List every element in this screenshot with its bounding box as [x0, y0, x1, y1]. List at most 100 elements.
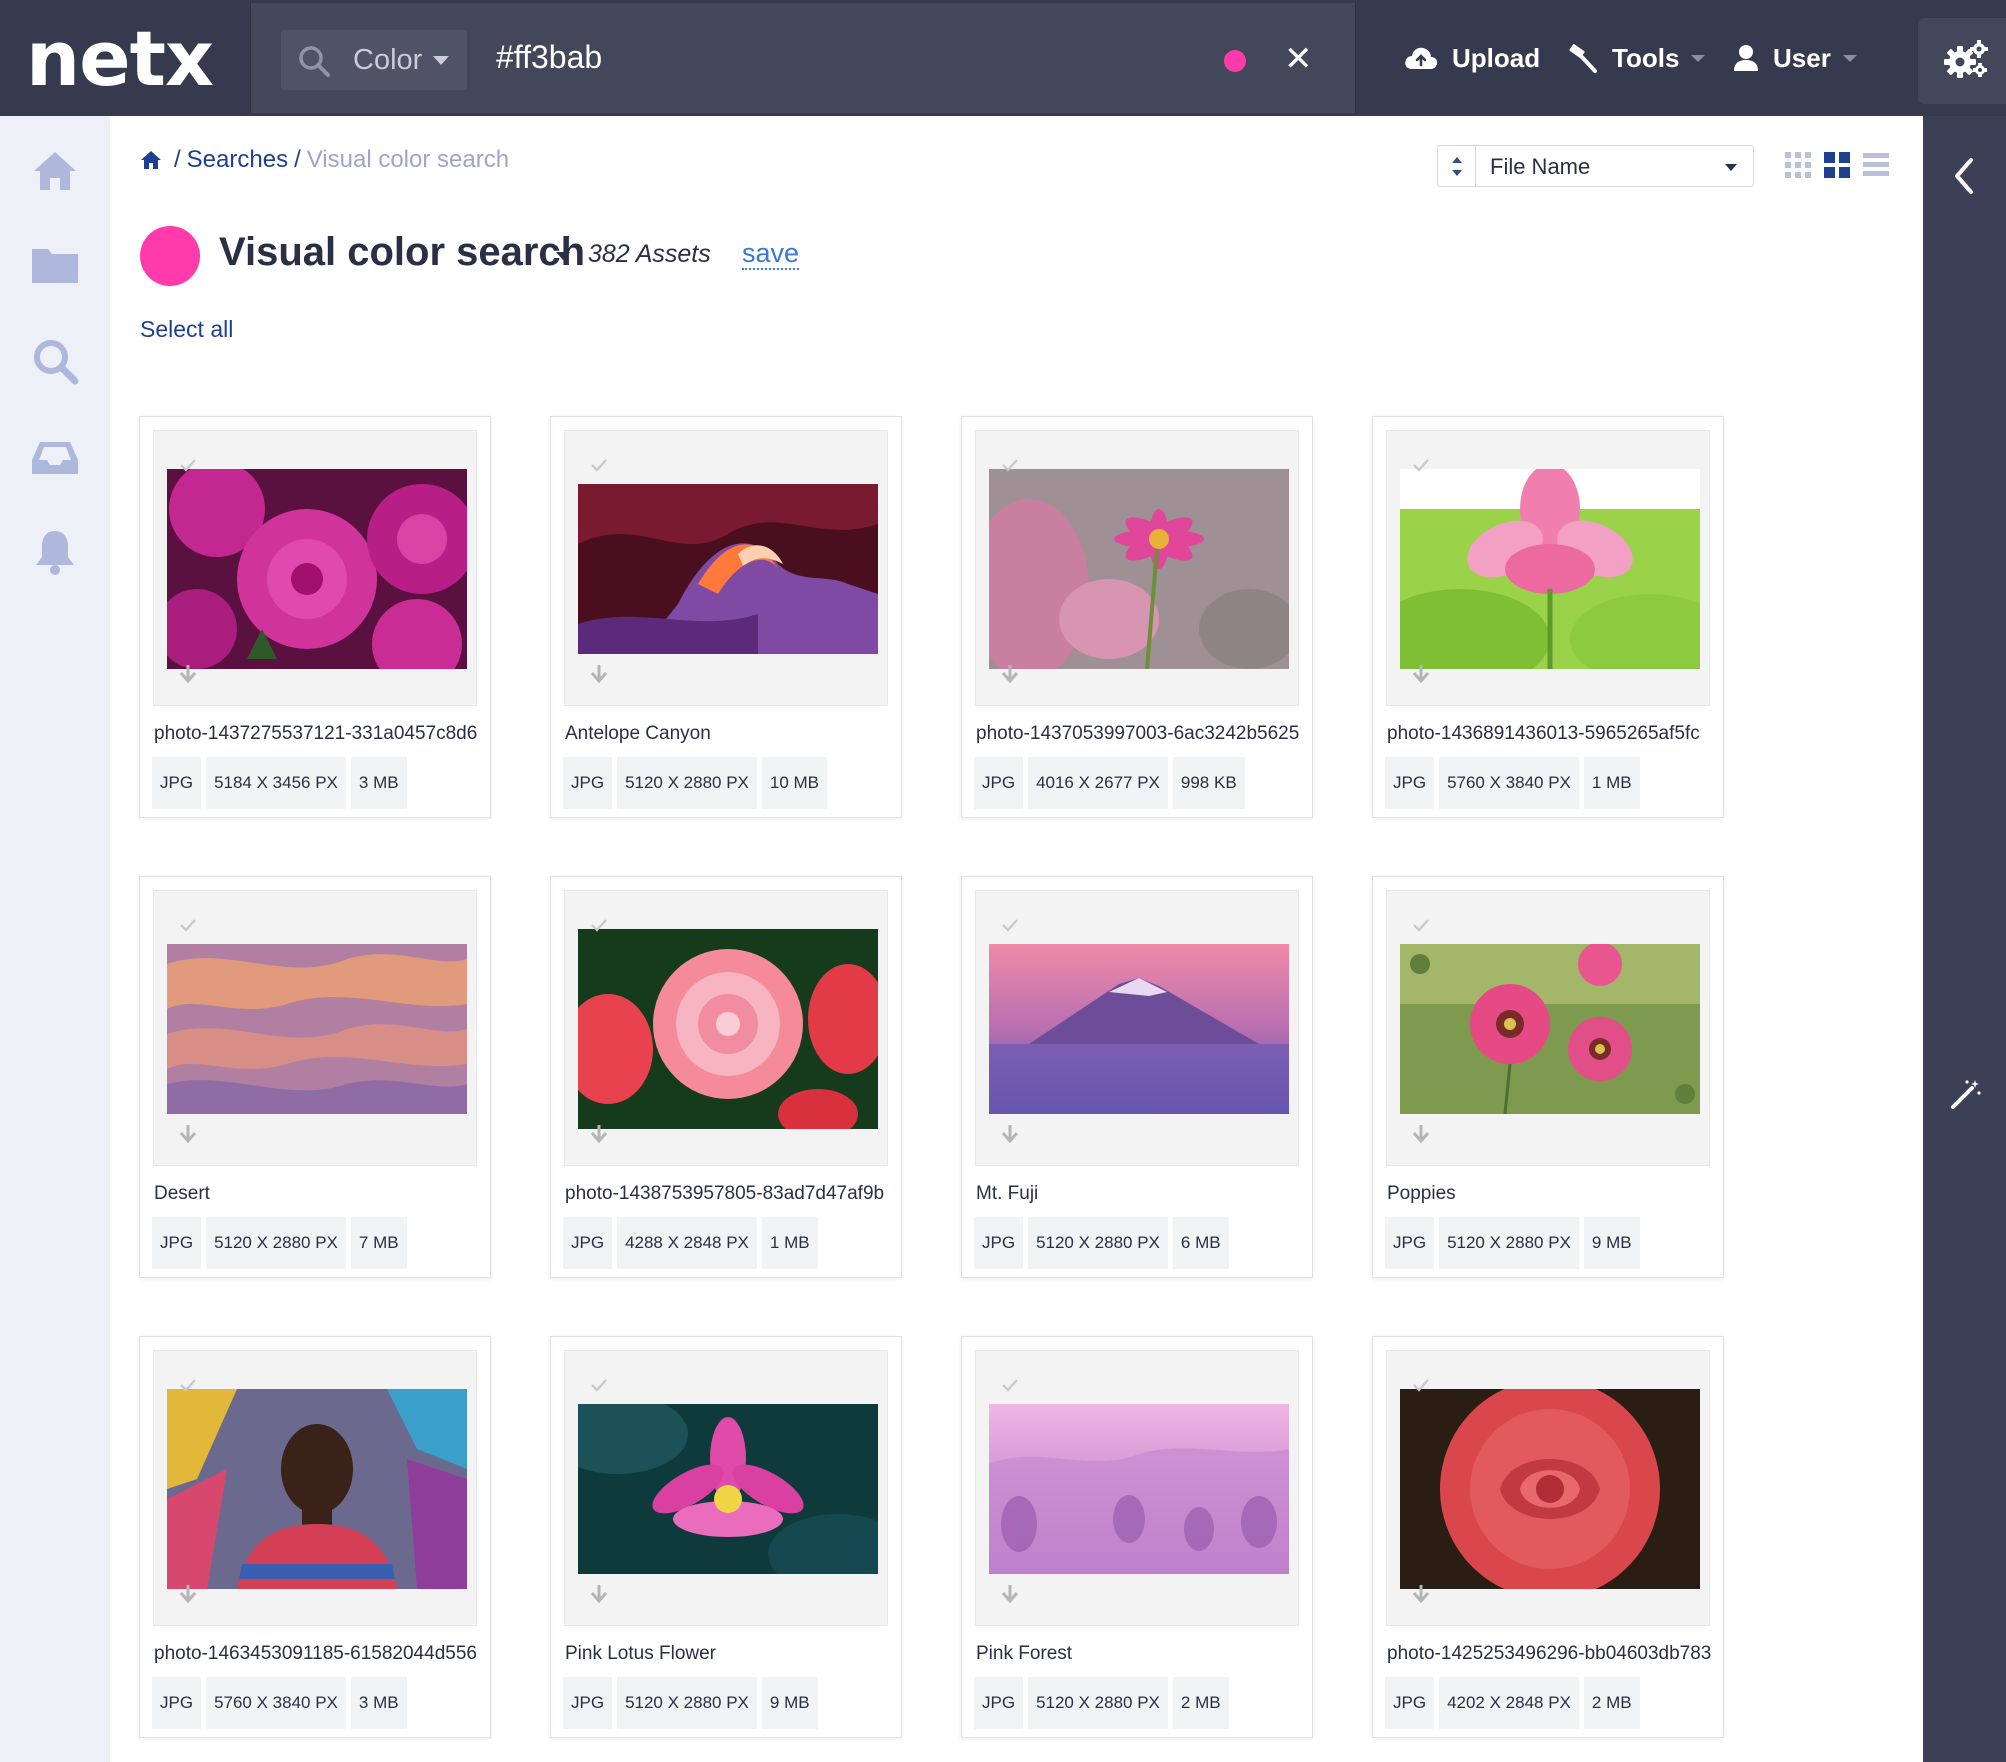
asset-metadata: JPG 5120 X 2880 PX 10 MB	[563, 757, 828, 809]
select-check-icon[interactable]	[1000, 455, 1020, 475]
download-icon[interactable]	[589, 663, 609, 685]
asset-thumbnail[interactable]	[578, 484, 878, 654]
breadcrumb-separator: /	[294, 146, 301, 173]
asset-thumbnail[interactable]	[578, 1404, 878, 1574]
select-check-icon[interactable]	[178, 915, 198, 935]
home-icon[interactable]	[140, 149, 162, 171]
small-grid-view-icon[interactable]	[1785, 152, 1811, 178]
asset-name[interactable]: Poppies	[1387, 1183, 1456, 1205]
asset-card[interactable]: photo-1438753957805-83ad7d47af9b JPG 4288 …	[550, 876, 902, 1278]
download-icon[interactable]	[178, 663, 198, 685]
select-check-icon[interactable]	[589, 455, 609, 475]
asset-name[interactable]: Antelope Canyon	[565, 723, 711, 745]
asset-thumbnail-frame[interactable]	[975, 1350, 1299, 1626]
asset-card[interactable]: Antelope Canyon JPG 5120 X 2880 PX 10 MB	[550, 416, 902, 818]
asset-card[interactable]: photo-1436891436013-5965265af5fc JPG 5760 …	[1372, 416, 1724, 818]
asset-name[interactable]: Desert	[154, 1183, 210, 1205]
asset-thumbnail[interactable]	[1400, 1389, 1700, 1589]
asset-thumbnail-frame[interactable]	[975, 430, 1299, 706]
asset-thumbnail[interactable]	[167, 944, 467, 1114]
asset-name[interactable]: photo-1436891436013-5965265af5fc	[1387, 723, 1700, 745]
netx-logo[interactable]: netx	[26, 14, 214, 104]
magic-wand-icon[interactable]	[1950, 1078, 1982, 1110]
tools-menu[interactable]: Tools	[1568, 36, 1706, 80]
chevron-left-icon[interactable]	[1947, 156, 1981, 196]
download-icon[interactable]	[1411, 1123, 1431, 1145]
select-all-link[interactable]: Select all	[140, 316, 233, 343]
search-icon[interactable]	[30, 336, 80, 386]
select-check-icon[interactable]	[178, 455, 198, 475]
asset-card[interactable]: Mt. Fuji JPG 5120 X 2880 PX 6 MB	[961, 876, 1313, 1278]
asset-thumbnail-frame[interactable]	[564, 430, 888, 706]
asset-thumbnail-frame[interactable]	[1386, 890, 1710, 1166]
search-input[interactable]: #ff3bab	[496, 39, 602, 76]
select-check-icon[interactable]	[589, 1375, 609, 1395]
asset-thumbnail-frame[interactable]	[153, 890, 477, 1166]
download-icon[interactable]	[589, 1123, 609, 1145]
download-icon[interactable]	[178, 1583, 198, 1605]
select-check-icon[interactable]	[1000, 1375, 1020, 1395]
download-icon[interactable]	[589, 1583, 609, 1605]
download-icon[interactable]	[1000, 1123, 1020, 1145]
asset-thumbnail[interactable]	[578, 929, 878, 1129]
asset-thumbnail[interactable]	[989, 944, 1289, 1114]
select-check-icon[interactable]	[178, 1375, 198, 1395]
select-check-icon[interactable]	[1411, 915, 1431, 935]
asset-card[interactable]: photo-1437053997003-6ac3242b5625 JPG 4016 …	[961, 416, 1313, 818]
clear-search-button[interactable]: ✕	[1284, 41, 1313, 77]
asset-thumbnail-frame[interactable]	[564, 1350, 888, 1626]
large-grid-view-icon[interactable]	[1824, 152, 1850, 178]
upload-button[interactable]: Upload	[1404, 36, 1540, 80]
asset-thumbnail-frame[interactable]	[1386, 1350, 1710, 1626]
save-search-link[interactable]: save	[742, 238, 800, 270]
portrait-image	[167, 1389, 467, 1589]
asset-name[interactable]: photo-1437053997003-6ac3242b5625	[976, 723, 1299, 745]
asset-thumbnail[interactable]	[1400, 469, 1700, 669]
select-check-icon[interactable]	[1000, 915, 1020, 935]
sort-dropdown[interactable]: File Name	[1437, 145, 1754, 187]
asset-thumbnail-frame[interactable]	[975, 890, 1299, 1166]
list-view-icon[interactable]	[1863, 152, 1889, 178]
asset-thumbnail[interactable]	[1400, 944, 1700, 1114]
bell-icon[interactable]	[30, 527, 80, 577]
search-type-dropdown[interactable]: Color	[281, 30, 467, 90]
asset-name[interactable]: Mt. Fuji	[976, 1183, 1038, 1205]
inbox-icon[interactable]	[30, 432, 80, 482]
select-check-icon[interactable]	[589, 915, 609, 935]
asset-name[interactable]: photo-1425253496296-bb04603db783	[1387, 1643, 1711, 1665]
select-check-icon[interactable]	[1411, 1375, 1431, 1395]
chevron-down-icon[interactable]	[556, 252, 570, 260]
asset-name[interactable]: photo-1438753957805-83ad7d47af9b	[565, 1183, 884, 1205]
asset-thumbnail[interactable]	[167, 1389, 467, 1589]
asset-thumbnail-frame[interactable]	[564, 890, 888, 1166]
breadcrumb-searches[interactable]: Searches	[187, 146, 288, 174]
asset-thumbnail-frame[interactable]	[1386, 430, 1710, 706]
home-icon[interactable]	[30, 146, 80, 196]
download-icon[interactable]	[1411, 663, 1431, 685]
select-check-icon[interactable]	[1411, 455, 1431, 475]
download-icon[interactable]	[1411, 1583, 1431, 1605]
asset-name[interactable]: Pink Forest	[976, 1643, 1072, 1665]
asset-card[interactable]: Poppies JPG 5120 X 2880 PX 9 MB	[1372, 876, 1724, 1278]
asset-card[interactable]: photo-1463453091185-61582044d556 JPG 5760 …	[139, 1336, 491, 1738]
asset-thumbnail[interactable]	[989, 469, 1289, 669]
asset-card[interactable]: Pink Lotus Flower JPG 5120 X 2880 PX 9 MB	[550, 1336, 902, 1738]
folder-icon[interactable]	[30, 239, 80, 289]
settings-button[interactable]	[1918, 18, 2006, 104]
download-icon[interactable]	[178, 1123, 198, 1145]
asset-name[interactable]: photo-1437275537121-331a0457c8d6	[154, 723, 477, 745]
asset-thumbnail-frame[interactable]	[153, 430, 477, 706]
asset-name[interactable]: photo-1463453091185-61582044d556	[154, 1643, 477, 1665]
asset-card[interactable]: photo-1425253496296-bb04603db783 JPG 4202 …	[1372, 1336, 1724, 1738]
download-icon[interactable]	[1000, 663, 1020, 685]
asset-thumbnail[interactable]	[989, 1404, 1289, 1574]
asset-thumbnail-frame[interactable]	[153, 1350, 477, 1626]
asset-card[interactable]: Desert JPG 5120 X 2880 PX 7 MB	[139, 876, 491, 1278]
asset-name[interactable]: Pink Lotus Flower	[565, 1643, 716, 1665]
asset-card[interactable]: photo-1437275537121-331a0457c8d6 JPG 5184 …	[139, 416, 491, 818]
user-menu[interactable]: User	[1733, 36, 1857, 80]
sort-direction-toggle[interactable]	[1438, 146, 1476, 186]
asset-thumbnail[interactable]	[167, 469, 467, 669]
download-icon[interactable]	[1000, 1583, 1020, 1605]
asset-card[interactable]: Pink Forest JPG 5120 X 2880 PX 2 MB	[961, 1336, 1313, 1738]
